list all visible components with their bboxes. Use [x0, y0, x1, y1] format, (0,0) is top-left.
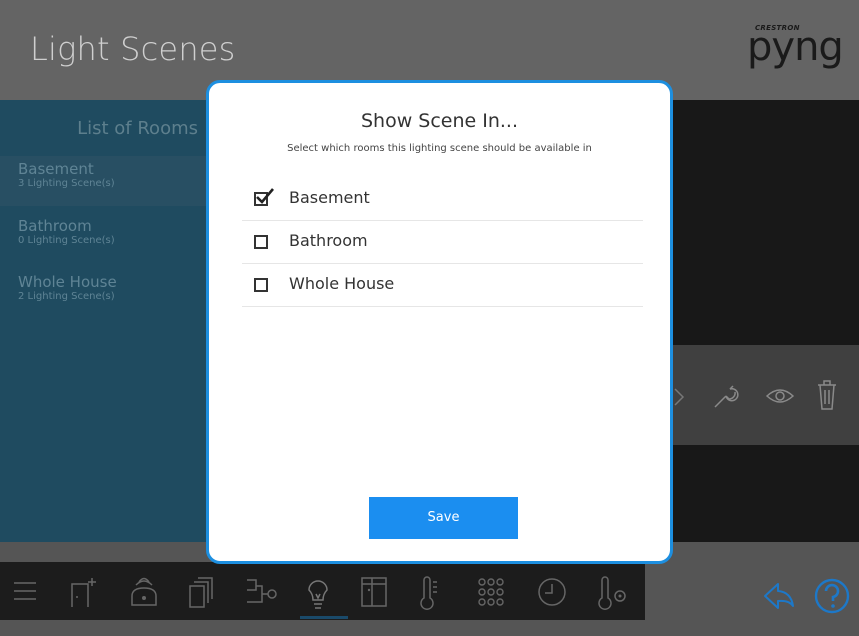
room-item-bathroom[interactable]: Bathroom 0 Lighting Scene(s)	[0, 213, 210, 263]
clock-icon[interactable]	[535, 576, 569, 608]
logo-product-text: pyng	[747, 24, 844, 70]
chevron-right-icon[interactable]	[672, 387, 686, 407]
page-title: Light Scenes	[30, 30, 236, 68]
checkbox-unchecked[interactable]	[254, 278, 268, 292]
room-scene-count: 2 Lighting Scene(s)	[18, 291, 115, 302]
room-item-basement[interactable]: Basement 3 Lighting Scene(s)	[0, 156, 210, 206]
help-icon[interactable]	[813, 577, 851, 615]
add-room-icon[interactable]	[68, 576, 98, 608]
checkbox-checked[interactable]	[254, 188, 274, 206]
room-option-bathroom[interactable]: Bathroom	[242, 221, 643, 264]
bottom-toolbar	[0, 562, 645, 620]
checkbox-unchecked[interactable]	[254, 235, 268, 249]
option-label: Bathroom	[289, 231, 368, 250]
thermostat-icon[interactable]	[418, 576, 442, 610]
door-icon[interactable]	[360, 576, 388, 608]
keypad-icon[interactable]	[474, 576, 508, 608]
trash-icon[interactable]	[816, 379, 838, 411]
remote-icon[interactable]	[127, 576, 161, 606]
show-scene-in-dialog: Show Scene In... Select which rooms this…	[206, 80, 673, 564]
room-scene-count: 3 Lighting Scene(s)	[18, 178, 115, 189]
menu-icon[interactable]	[12, 576, 38, 606]
scenes-icon[interactable]	[244, 576, 280, 608]
checkmark-icon	[256, 188, 274, 204]
rooms-list-title: List of Rooms	[77, 118, 198, 139]
save-button[interactable]: Save	[369, 497, 518, 539]
option-label: Basement	[289, 188, 370, 207]
room-option-whole-house[interactable]: Whole House	[242, 264, 643, 307]
room-item-whole-house[interactable]: Whole House 2 Lighting Scene(s)	[0, 269, 210, 319]
shades-icon[interactable]	[186, 576, 216, 608]
room-scene-count: 0 Lighting Scene(s)	[18, 235, 115, 246]
crestron-pyng-logo: CRESTRON pyng	[745, 18, 845, 78]
room-name: Basement	[18, 160, 94, 178]
eye-icon[interactable]	[765, 385, 795, 407]
room-name: Whole House	[18, 273, 117, 291]
room-option-basement[interactable]: Basement	[242, 178, 643, 221]
room-name: Bathroom	[18, 217, 92, 235]
bulb-icon[interactable]	[306, 576, 330, 610]
dialog-subtitle: Select which rooms this lighting scene s…	[287, 143, 592, 154]
active-tab-indicator	[300, 616, 348, 619]
temperature-sensor-icon[interactable]	[596, 576, 630, 610]
dialog-title: Show Scene In...	[360, 110, 519, 132]
option-label: Whole House	[289, 274, 395, 293]
back-icon[interactable]	[762, 582, 796, 610]
wrench-icon[interactable]	[710, 381, 740, 411]
